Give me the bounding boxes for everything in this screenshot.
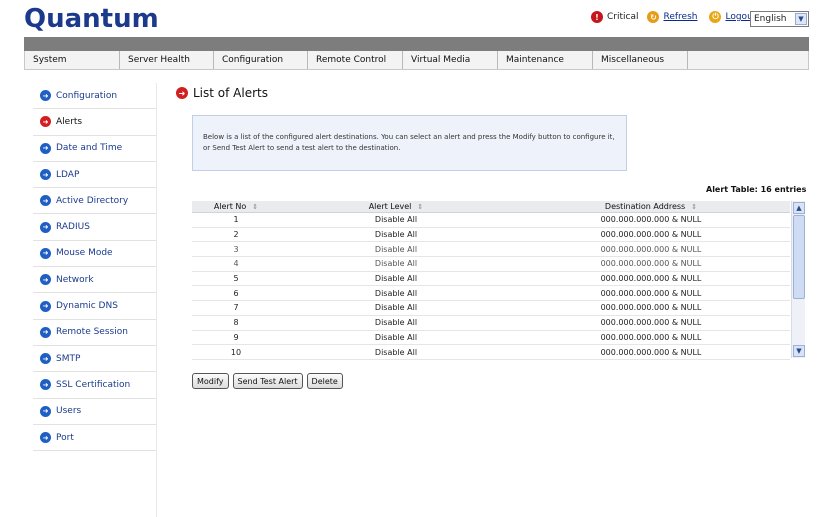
action-buttons: Modify Send Test Alert Delete xyxy=(192,373,343,389)
sidebar-item-remote-session[interactable]: ➜ Remote Session xyxy=(33,320,156,346)
arrow-right-icon: ➜ xyxy=(40,274,51,286)
sidebar-item-label: Alerts xyxy=(56,116,83,127)
header-band xyxy=(24,37,809,51)
table-row[interactable]: 5 Disable All 000.000.000.000 & NULL xyxy=(192,272,790,287)
language-select[interactable]: English ▼ xyxy=(750,11,809,27)
sidebar-item-ssl-certification[interactable]: ➜ SSL Certification xyxy=(33,372,156,399)
table-row[interactable]: 7 Disable All 000.000.000.000 & NULL xyxy=(192,301,790,316)
sidebar-item-label: SMTP xyxy=(56,353,81,364)
table-row[interactable]: 8 Disable All 000.000.000.000 & NULL xyxy=(192,316,790,331)
sidebar-item-configuration[interactable]: ➜ Configuration xyxy=(33,83,156,110)
critical-icon: ! xyxy=(591,11,603,23)
scroll-down-icon[interactable]: ▼ xyxy=(793,345,805,357)
table-scrollbar[interactable]: ▲ ▼ xyxy=(791,201,805,358)
sort-icon: ⇕ xyxy=(417,202,424,211)
info-box: Below is a list of the configured alert … xyxy=(192,115,627,171)
table-body: 1 Disable All 000.000.000.000 & NULL 2 Disa… xyxy=(192,213,790,360)
critical-status[interactable]: Critical xyxy=(607,12,638,22)
sort-icon: ⇕ xyxy=(252,202,259,211)
menu-maintenance[interactable]: Maintenance xyxy=(498,51,593,69)
scroll-thumb[interactable] xyxy=(793,215,805,299)
menu-virtual-media[interactable]: Virtual Media xyxy=(403,51,498,69)
arrow-right-icon: ➜ xyxy=(40,142,51,154)
arrow-right-icon: ➜ xyxy=(40,116,51,128)
sidebar-item-label: Port xyxy=(56,432,74,443)
sidebar-item-label: Active Directory xyxy=(56,195,129,206)
sidebar-item-alerts[interactable]: ➜ Alerts xyxy=(33,109,156,136)
language-value: English xyxy=(754,14,787,24)
table-row[interactable]: 9 Disable All 000.000.000.000 & NULL xyxy=(192,331,790,346)
menu-system[interactable]: System xyxy=(25,51,120,69)
table-row[interactable]: 10 Disable All 000.000.000.000 & NULL xyxy=(192,345,790,360)
arrow-right-icon: ➜ xyxy=(40,405,51,417)
main-menu: System Server Health Configuration Remot… xyxy=(24,51,809,70)
refresh-icon[interactable]: ↻ xyxy=(647,11,660,23)
scroll-up-icon[interactable]: ▲ xyxy=(793,202,805,214)
sidebar-item-label: Date and Time xyxy=(56,143,123,154)
sidebar-item-radius[interactable]: ➜ RADIUS xyxy=(33,214,156,241)
sidebar-item-dynamic-dns[interactable]: ➜ Dynamic DNS xyxy=(33,293,156,320)
arrow-right-icon: ➜ xyxy=(40,353,51,365)
arrow-right-icon: ➜ xyxy=(40,379,51,391)
arrow-right-icon: ➜ xyxy=(176,87,188,99)
sidebar-item-label: LDAP xyxy=(56,169,80,180)
sort-icon: ⇕ xyxy=(691,202,698,211)
column-header-alert-level[interactable]: Alert Level ⇕ xyxy=(280,201,512,212)
quantum-logo: Quantum xyxy=(24,4,159,34)
modify-button[interactable]: Modify xyxy=(192,373,229,389)
table-row[interactable]: 3 Disable All 000.000.000.000 & NULL xyxy=(192,242,790,258)
arrow-right-icon: ➜ xyxy=(40,169,51,181)
alert-table: Alert No ⇕ Alert Level ⇕ Destination Addre… xyxy=(192,201,805,360)
table-row[interactable]: 4 Disable All 000.000.000.000 & NULL xyxy=(192,257,790,272)
arrow-right-icon: ➜ xyxy=(40,300,51,312)
table-row[interactable]: 2 Disable All 000.000.000.000 & NULL xyxy=(192,228,790,243)
sidebar-item-active-directory[interactable]: ➜ Active Directory xyxy=(33,188,156,215)
arrow-right-icon: ➜ xyxy=(40,221,51,233)
column-header-alert-no[interactable]: Alert No ⇕ xyxy=(192,201,280,212)
delete-button[interactable]: Delete xyxy=(306,373,343,389)
arrow-right-icon: ➜ xyxy=(40,195,51,207)
sidebar-item-label: RADIUS xyxy=(56,222,90,233)
sidebar-item-network[interactable]: ➜ Network xyxy=(33,267,156,294)
arrow-right-icon: ➜ xyxy=(40,432,51,443)
sidebar-item-date-and-time[interactable]: ➜ Date and Time xyxy=(33,136,156,162)
sidebar: ➜ Configuration ➜ Alerts ➜ Date and Time ➜ L… xyxy=(33,83,156,452)
page-title: ➜ List of Alerts xyxy=(176,86,268,100)
arrow-right-icon: ➜ xyxy=(40,247,51,259)
send-test-alert-button[interactable]: Send Test Alert xyxy=(232,373,303,389)
sidebar-item-ldap[interactable]: ➜ LDAP xyxy=(33,162,156,189)
arrow-right-icon: ➜ xyxy=(40,326,51,338)
alert-table-count: Alert Table: 16 entries xyxy=(706,185,807,194)
column-header-destination-address[interactable]: Destination Address ⇕ xyxy=(512,201,790,212)
sidebar-item-label: Mouse Mode xyxy=(56,248,113,259)
menu-configuration[interactable]: Configuration xyxy=(214,51,308,69)
refresh-link[interactable]: Refresh xyxy=(663,12,697,22)
sidebar-item-port[interactable]: ➜ Port xyxy=(33,425,156,452)
sidebar-item-label: Configuration xyxy=(56,90,118,101)
sidebar-item-users[interactable]: ➜ Users xyxy=(33,399,156,425)
sidebar-item-label: Dynamic DNS xyxy=(56,301,118,312)
top-links: ! Critical ↻ Refresh ⏻ Logout xyxy=(591,11,756,23)
table-row[interactable]: 1 Disable All 000.000.000.000 & NULL xyxy=(192,213,790,228)
logout-icon[interactable]: ⏻ xyxy=(709,11,722,23)
sidebar-item-label: Network xyxy=(56,274,94,285)
table-row[interactable]: 6 Disable All 000.000.000.000 & NULL xyxy=(192,286,790,302)
page-title-text: List of Alerts xyxy=(193,86,268,100)
sidebar-divider xyxy=(156,83,157,517)
menu-server-health[interactable]: Server Health xyxy=(120,51,214,69)
info-text: Below is a list of the configured alert … xyxy=(203,133,615,152)
table-header: Alert No ⇕ Alert Level ⇕ Destination Addre… xyxy=(192,201,790,213)
sidebar-item-label: Users xyxy=(56,406,82,417)
chevron-down-icon[interactable]: ▼ xyxy=(795,13,807,25)
sidebar-item-mouse-mode[interactable]: ➜ Mouse Mode xyxy=(33,241,156,268)
arrow-right-icon: ➜ xyxy=(40,90,51,102)
menu-remote-control[interactable]: Remote Control xyxy=(308,51,403,69)
sidebar-item-label: Remote Session xyxy=(56,327,128,338)
sidebar-item-label: SSL Certification xyxy=(56,379,131,390)
sidebar-item-smtp[interactable]: ➜ SMTP xyxy=(33,346,156,373)
menu-miscellaneous[interactable]: Miscellaneous xyxy=(593,51,688,69)
